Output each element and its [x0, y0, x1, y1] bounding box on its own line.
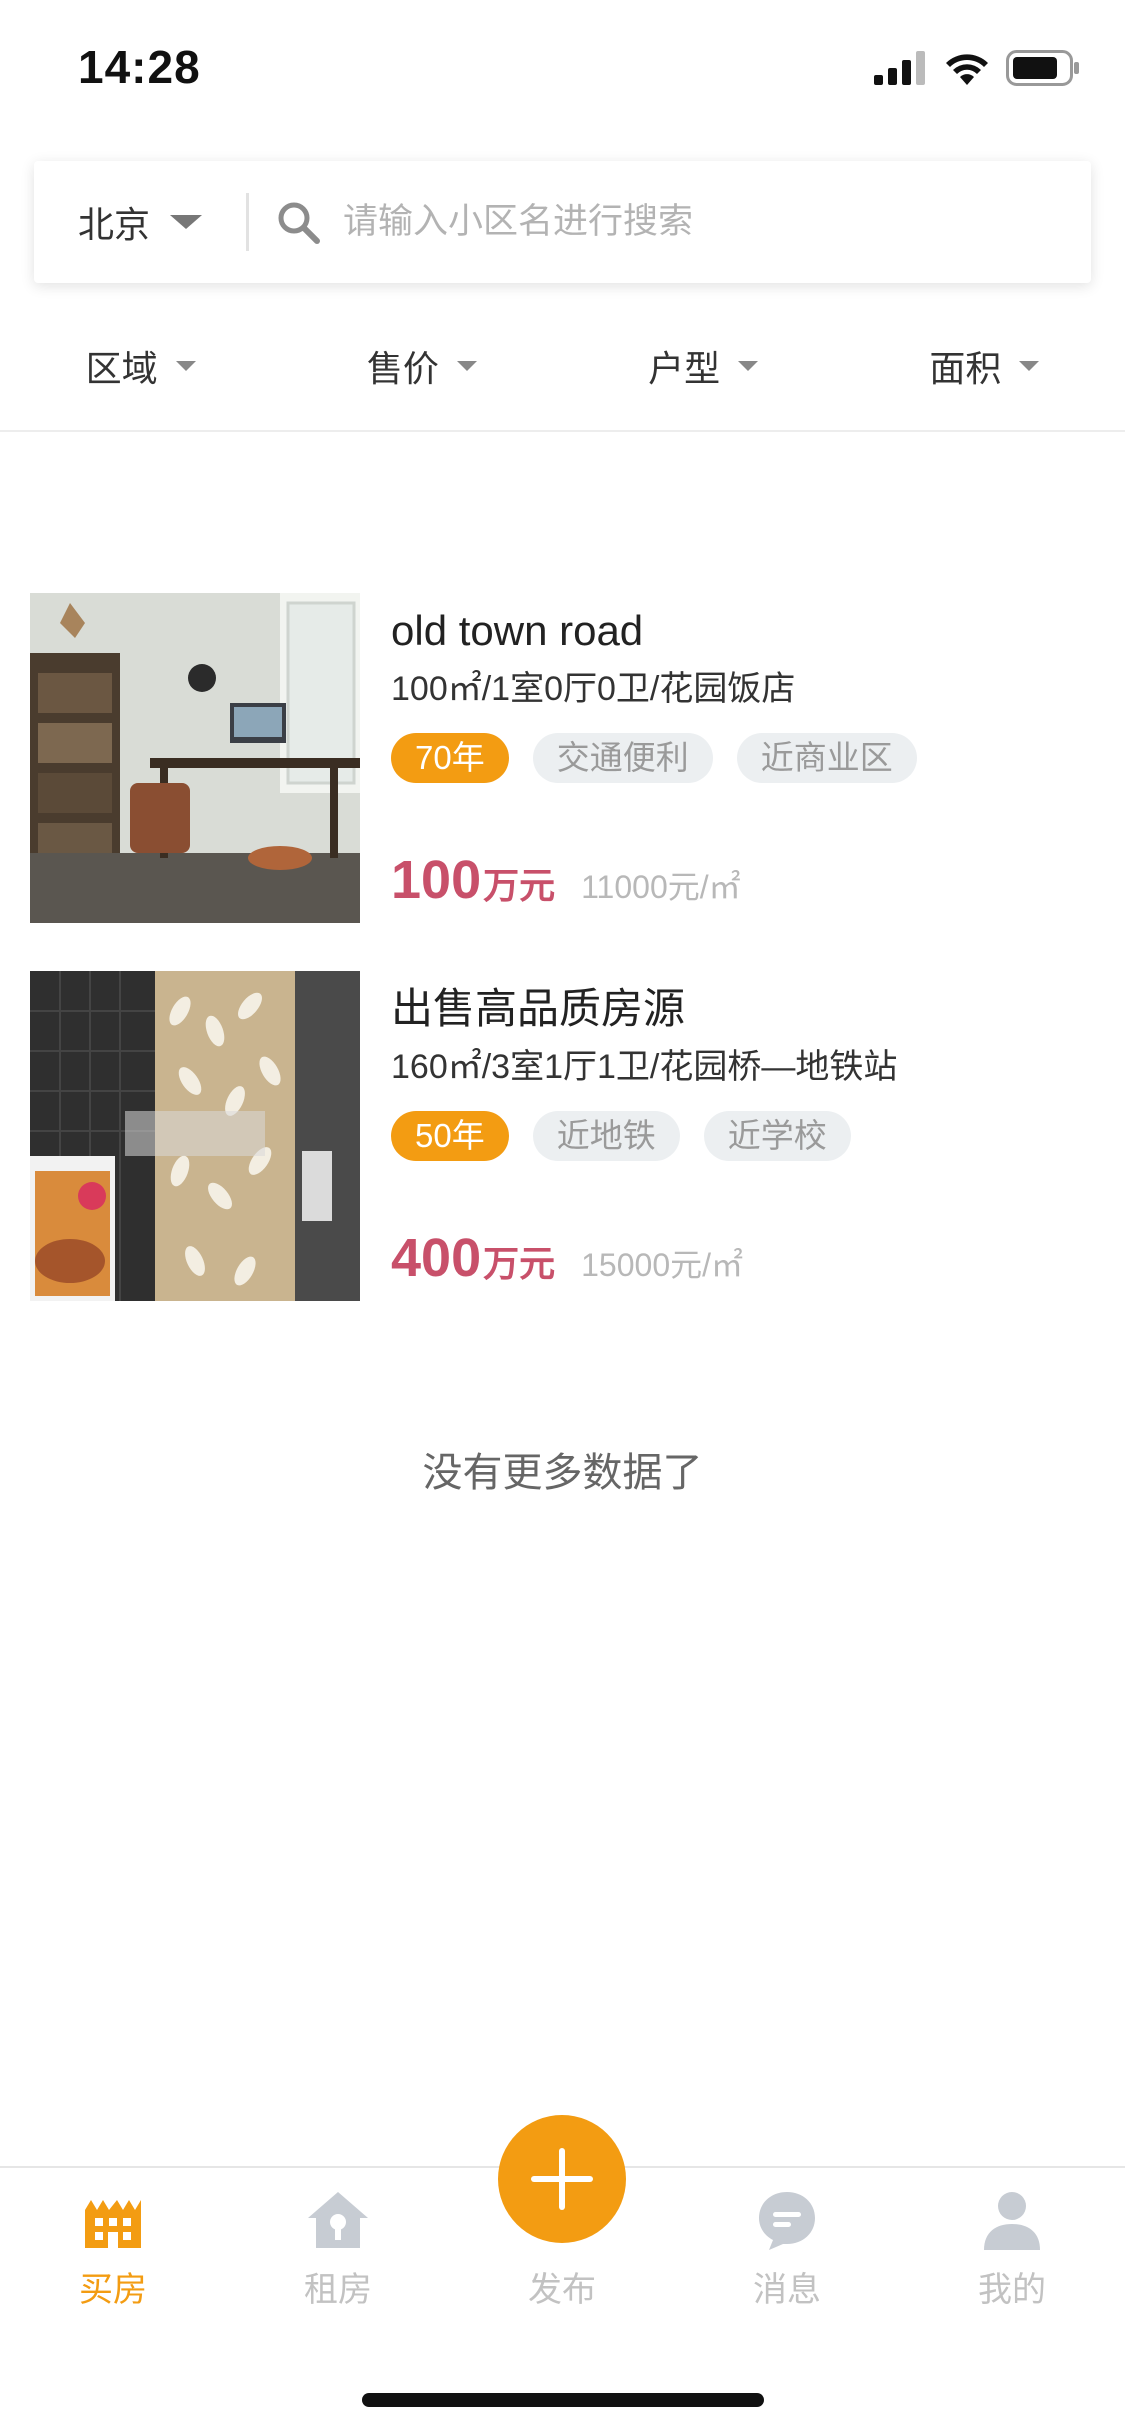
tab-profile[interactable]: 我的 [932, 2188, 1092, 2311]
caret-down-icon [456, 361, 477, 371]
listing-title: 出售高品质房源 [391, 985, 686, 1032]
caret-down-icon [170, 215, 203, 229]
filter-label: 区域 [85, 348, 158, 389]
listing-card[interactable]: old town road 100㎡/1室0厅0卫/花园饭店 70年 交通便利 … [30, 593, 1100, 923]
tab-rent[interactable]: 租房 [258, 2188, 418, 2311]
building-icon [85, 2200, 141, 2248]
tab-label: 消息 [753, 2271, 821, 2309]
user-icon [984, 2192, 1040, 2250]
wifi-icon [946, 54, 988, 85]
price-unit: 万元 [483, 1243, 556, 1284]
status-bar: 14:28 [0, 0, 1125, 135]
listing-info: 出售高品质房源 160㎡/3室1厅1卫/花园桥—地铁站 50年 近地铁 近学校 … [391, 971, 1100, 1301]
tab-label: 买房 [79, 2271, 147, 2309]
tag-feature: 交通便利 [532, 733, 713, 783]
house-key-icon [308, 2192, 368, 2248]
listing-photo-building [30, 971, 360, 1301]
filter-bar: 区域 售价 户型 面积 [0, 322, 1125, 432]
tab-label: 发布 [528, 2271, 596, 2309]
price-unit: 万元 [483, 865, 556, 906]
search-icon [278, 202, 320, 244]
home-indicator [362, 2393, 764, 2407]
unit-price: 11000元/㎡ [581, 869, 741, 905]
price-row: 100 万元 11000元/㎡ [391, 849, 741, 911]
tag-feature: 近学校 [703, 1111, 851, 1161]
filter-region[interactable]: 区域 [0, 322, 281, 430]
plus-icon [531, 2148, 593, 2210]
filter-label: 户型 [648, 348, 721, 389]
price-total: 100 [391, 850, 482, 910]
tag-feature: 近地铁 [532, 1111, 680, 1161]
chat-bubble-icon [759, 2192, 815, 2250]
price-total: 400 [391, 1228, 482, 1288]
listing-info: old town road 100㎡/1室0厅0卫/花园饭店 70年 交通便利 … [391, 593, 1100, 923]
tag-age: 70年 [391, 733, 509, 783]
listing-tags: 50年 近地铁 近学校 [391, 1111, 1100, 1161]
filter-area[interactable]: 面积 [844, 322, 1125, 430]
caret-down-icon [1019, 361, 1040, 371]
listing-tags: 70年 交通便利 近商业区 [391, 733, 1100, 783]
filter-price[interactable]: 售价 [281, 322, 562, 430]
tag-feature: 近商业区 [736, 733, 917, 783]
filter-label: 面积 [929, 348, 1002, 389]
search-input[interactable] [343, 202, 1043, 242]
no-more-data-text: 没有更多数据了 [422, 1451, 703, 1495]
tab-buy[interactable]: 买房 [33, 2188, 193, 2311]
listing-specs: 100㎡/1室0厅0卫/花园饭店 [391, 670, 796, 708]
tab-messages[interactable]: 消息 [707, 2188, 867, 2311]
unit-price: 15000元/㎡ [581, 1247, 744, 1283]
tab-label: 我的 [978, 2271, 1046, 2309]
caret-down-icon [738, 361, 759, 371]
filter-label: 售价 [366, 348, 439, 389]
listing-photo-room [30, 593, 360, 923]
publish-button[interactable] [498, 2115, 626, 2243]
listing-specs: 160㎡/3室1厅1卫/花园桥—地铁站 [391, 1048, 898, 1086]
city-label: 北京 [78, 204, 151, 245]
caret-down-icon [175, 361, 196, 371]
status-time: 14:28 [78, 41, 201, 93]
filter-layout[interactable]: 户型 [563, 322, 844, 430]
listing-card[interactable]: 出售高品质房源 160㎡/3室1厅1卫/花园桥—地铁站 50年 近地铁 近学校 … [30, 971, 1100, 1301]
search-divider [246, 193, 249, 251]
listing-title: old town road [391, 607, 644, 654]
search-box: 北京 [34, 161, 1091, 283]
battery-icon [1006, 50, 1079, 86]
price-row: 400 万元 15000元/㎡ [391, 1227, 743, 1289]
cellular-signal-icon [874, 51, 925, 85]
tab-label: 租房 [304, 2271, 372, 2309]
city-selector[interactable]: 北京 [34, 161, 246, 283]
tag-age: 50年 [391, 1111, 509, 1161]
status-icons [874, 48, 1080, 88]
